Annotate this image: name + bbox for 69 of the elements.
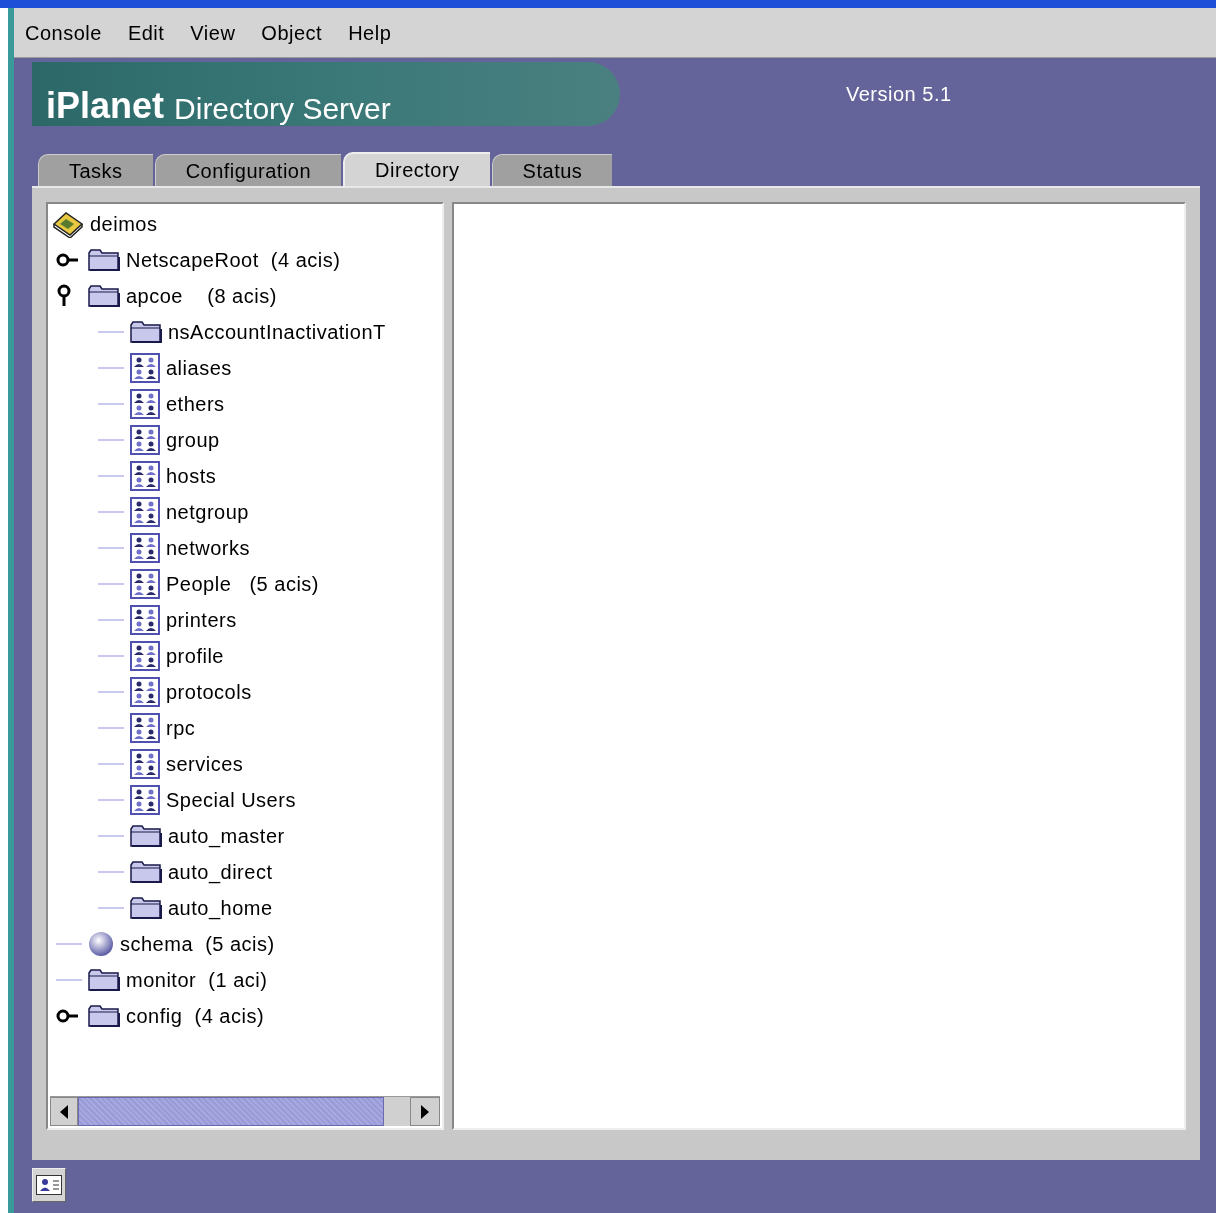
tree-node-label[interactable]: netgroup xyxy=(166,497,249,527)
tree-node-label[interactable]: group xyxy=(166,425,220,455)
tree-node-label[interactable]: printers xyxy=(166,605,237,635)
status-button[interactable] xyxy=(32,1168,66,1202)
contact-card-icon xyxy=(36,1175,62,1195)
people-group-icon xyxy=(130,785,160,815)
right-arrow-icon xyxy=(421,1104,429,1119)
server-book-icon xyxy=(52,210,84,238)
tree-node-label[interactable]: aliases xyxy=(166,353,232,383)
people-group-icon xyxy=(130,389,160,419)
folder-icon xyxy=(88,1004,120,1028)
tree-node-label[interactable]: schema (5 acis) xyxy=(120,929,275,959)
menu-item[interactable]: Edit xyxy=(127,17,165,48)
people-group-icon xyxy=(130,713,160,743)
tree-node-label[interactable]: auto_direct xyxy=(168,857,273,887)
brand-logo-text: iPlanet xyxy=(46,88,165,124)
people-group-icon xyxy=(130,569,160,599)
menu-item[interactable]: Help xyxy=(348,17,392,48)
people-group-icon xyxy=(130,677,160,707)
collapsed-toggle-icon[interactable] xyxy=(56,252,80,268)
tree-node-label[interactable]: nsAccountInactivationT xyxy=(168,317,386,347)
people-group-icon xyxy=(130,461,160,491)
tab[interactable]: Tasks xyxy=(38,154,153,186)
tab[interactable]: Directory xyxy=(343,152,490,186)
tree-node-label[interactable]: rpc xyxy=(166,713,196,743)
people-group-icon xyxy=(130,353,160,383)
tree-node-label[interactable]: config (4 acis) xyxy=(126,1001,265,1031)
scroll-track[interactable] xyxy=(384,1097,410,1126)
folder-icon xyxy=(130,860,162,884)
tree-node-label[interactable]: hosts xyxy=(166,461,217,491)
folder-icon xyxy=(130,896,162,920)
tree-node-label[interactable]: auto_home xyxy=(168,893,273,923)
left-arrow-icon xyxy=(60,1104,68,1119)
folder-icon xyxy=(130,824,162,848)
people-group-icon xyxy=(130,425,160,455)
version-label: Version 5.1 xyxy=(846,82,952,107)
folder-icon xyxy=(88,248,120,272)
menu-item[interactable]: Object xyxy=(261,17,323,48)
collapsed-toggle-icon[interactable] xyxy=(56,1008,80,1024)
product-title: Directory Server xyxy=(174,94,391,124)
tab[interactable]: Status xyxy=(491,154,613,186)
tree-node-label[interactable]: auto_master xyxy=(168,821,285,851)
folder-icon xyxy=(88,284,120,308)
scroll-thumb[interactable] xyxy=(78,1097,384,1126)
tree-node-label[interactable]: profile xyxy=(166,641,224,671)
folder-icon xyxy=(88,968,120,992)
people-group-icon xyxy=(130,497,160,527)
menu-item[interactable]: View xyxy=(190,17,236,48)
tree-node-label[interactable]: apcoe (8 acis) xyxy=(126,281,277,311)
expanded-toggle-icon[interactable] xyxy=(56,284,72,308)
people-group-icon xyxy=(130,533,160,563)
tree-node-label[interactable]: deimos xyxy=(90,209,158,239)
tree-node-label[interactable]: networks xyxy=(166,533,251,563)
tree-node-label[interactable]: services xyxy=(166,749,244,779)
sphere-icon xyxy=(88,931,114,957)
people-group-icon xyxy=(130,641,160,671)
tab[interactable]: Configuration xyxy=(154,154,342,186)
people-group-icon xyxy=(130,749,160,779)
folder-icon xyxy=(130,320,162,344)
scroll-left-button[interactable] xyxy=(50,1097,78,1126)
tree-node-label[interactable]: NetscapeRoot (4 acis) xyxy=(126,245,341,275)
tree-node-label[interactable]: Special Users xyxy=(166,785,296,815)
menu-item[interactable]: Console xyxy=(25,17,102,48)
scroll-right-button[interactable] xyxy=(410,1097,440,1126)
tree-node-label[interactable]: People (5 acis) xyxy=(166,569,319,599)
tree-node-label[interactable]: protocols xyxy=(166,677,252,707)
tree-node-label[interactable]: ethers xyxy=(166,389,225,419)
tree-node-label[interactable]: monitor (1 aci) xyxy=(126,965,268,995)
people-group-icon xyxy=(130,605,160,635)
